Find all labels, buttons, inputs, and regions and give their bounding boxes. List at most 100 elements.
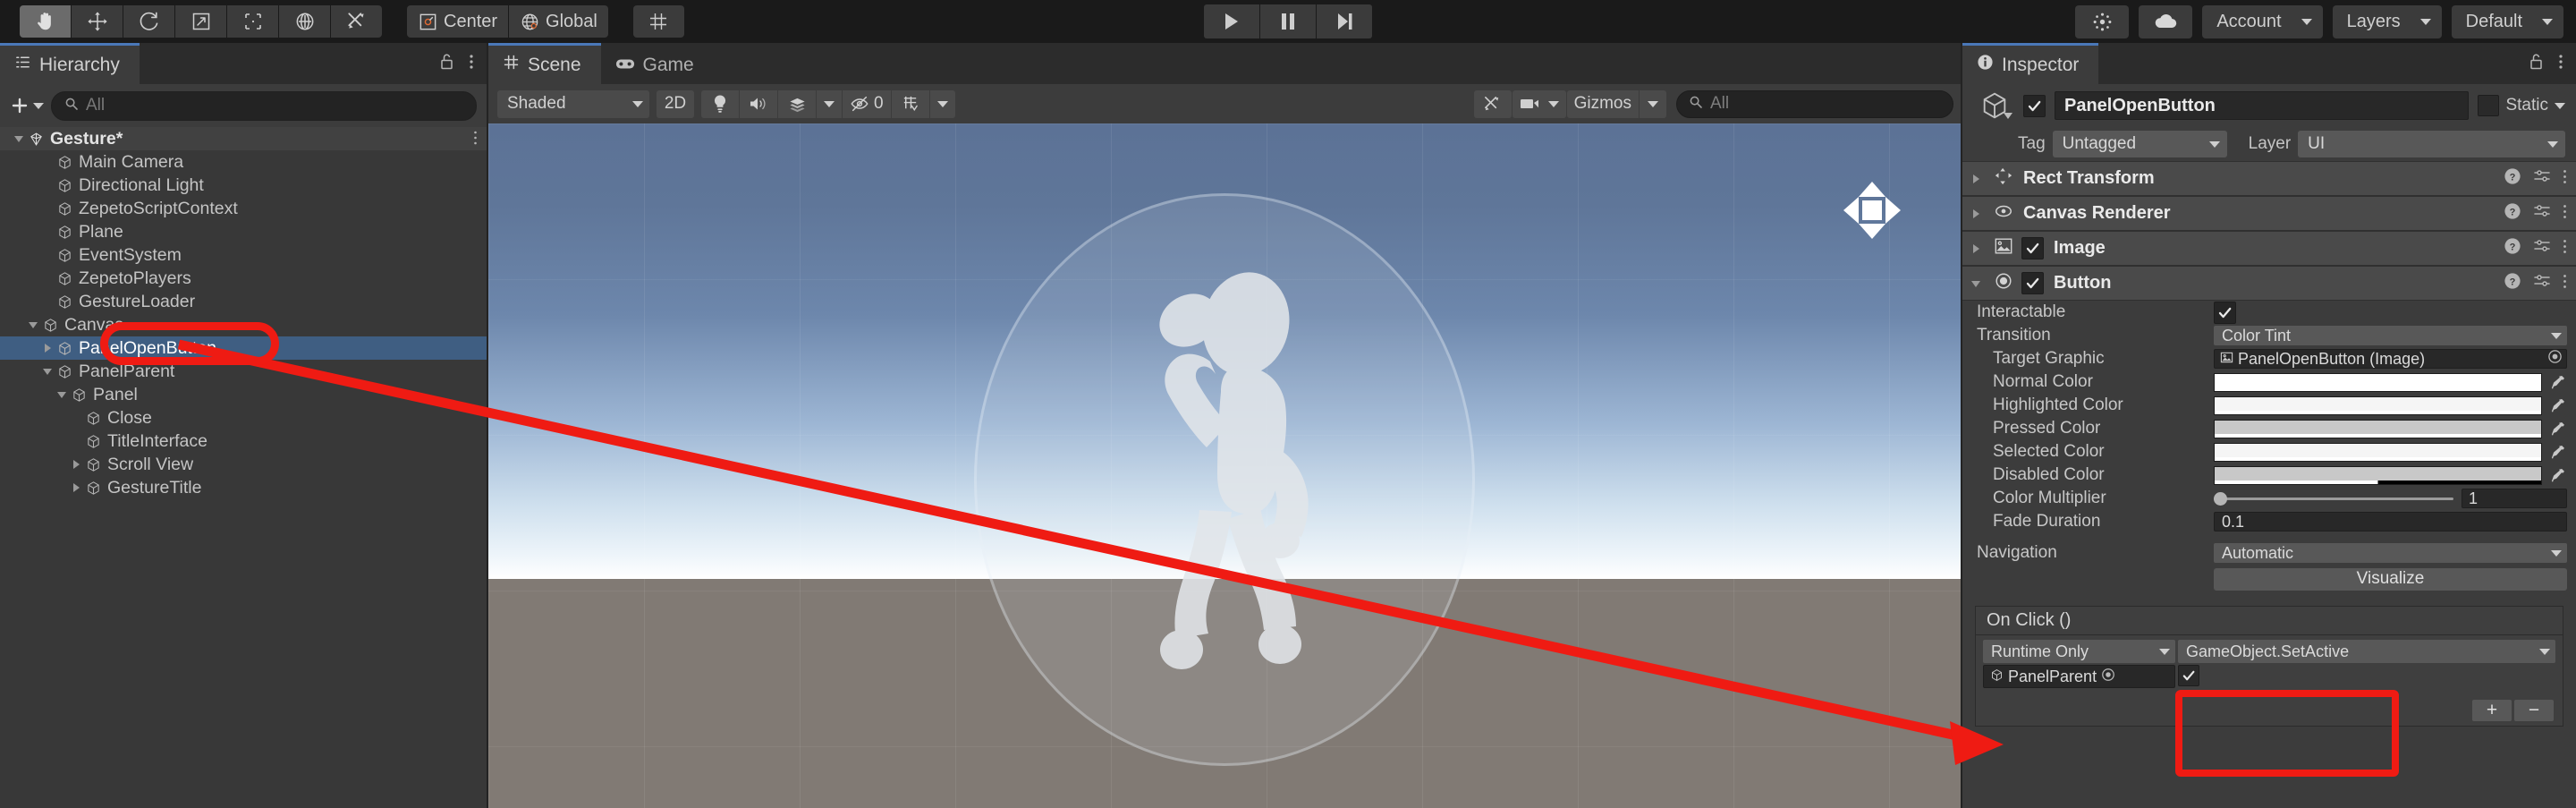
disclosure-triangle-icon[interactable] — [70, 411, 84, 425]
tag-dropdown[interactable]: Untagged — [2052, 131, 2227, 157]
hidden-objects-toggle[interactable]: 0 — [843, 89, 891, 118]
grid-visibility-icon[interactable] — [891, 89, 929, 118]
layout-dropdown[interactable]: Default — [2451, 4, 2563, 38]
help-icon[interactable]: ? — [2504, 167, 2521, 190]
disclosure-triangle-icon[interactable] — [1970, 276, 1986, 291]
disabled-color-swatch[interactable] — [2214, 465, 2542, 485]
navigation-dropdown[interactable]: Automatic — [2214, 543, 2567, 563]
slider-knob[interactable] — [2214, 491, 2227, 506]
draw-mode-dropdown[interactable]: Shaded — [497, 89, 649, 118]
static-checkbox[interactable] — [2478, 95, 2500, 116]
disclosure-triangle-icon[interactable] — [27, 318, 41, 332]
scene-viewport[interactable] — [488, 123, 1961, 808]
pause-button[interactable] — [1260, 4, 1316, 38]
eyedropper-icon[interactable] — [2549, 421, 2567, 437]
grid-dropdown[interactable] — [929, 89, 955, 118]
kebab-menu-icon[interactable] — [2563, 203, 2567, 225]
account-dropdown[interactable]: Account — [2202, 4, 2323, 38]
effects-dropdown[interactable] — [817, 89, 842, 118]
add-gameobject-button[interactable] — [10, 96, 44, 115]
disclosure-triangle-icon[interactable] — [41, 364, 55, 378]
disclosure-triangle-icon[interactable] — [41, 294, 55, 309]
cloud-icon[interactable] — [2139, 4, 2193, 38]
layer-dropdown[interactable]: UI — [2298, 131, 2565, 157]
transition-dropdown[interactable]: Color Tint — [2214, 326, 2567, 345]
rotate-tool-button[interactable] — [123, 5, 174, 38]
color-multiplier-slider[interactable] — [2214, 489, 2453, 507]
hierarchy-item-zepetoplayers[interactable]: ZepetoPlayers — [0, 267, 487, 290]
hand-tool-button[interactable] — [20, 5, 71, 38]
selected-color-swatch[interactable] — [2214, 442, 2542, 462]
hierarchy-item-canvas[interactable]: Canvas — [0, 313, 487, 336]
hierarchy-item-panelparent[interactable]: PanelParent — [0, 360, 487, 383]
hierarchy-item-scroll-view[interactable]: Scroll View — [0, 453, 487, 476]
disclosure-triangle-icon[interactable] — [41, 225, 55, 239]
preset-icon[interactable] — [2533, 202, 2551, 225]
hierarchy-item-titleinterface[interactable]: TitleInterface — [0, 430, 487, 453]
layers-dropdown[interactable]: Layers — [2332, 4, 2442, 38]
scene-tools-icon[interactable] — [1473, 89, 1512, 118]
hierarchy-item-gesturetitle[interactable]: GestureTitle — [0, 476, 487, 499]
eyedropper-icon[interactable] — [2549, 374, 2567, 390]
hierarchy-item-panelopenbutton[interactable]: PanelOpenButton — [0, 336, 487, 360]
disclosure-triangle-icon[interactable] — [41, 178, 55, 192]
hierarchy-item-main-camera[interactable]: Main Camera — [0, 150, 487, 174]
chevron-down-icon[interactable] — [2555, 102, 2565, 109]
eyedropper-icon[interactable] — [2549, 467, 2567, 483]
component-enabled-checkbox[interactable] — [2021, 237, 2044, 259]
component-header-rect-transform[interactable]: Rect Transform? — [1962, 161, 2576, 196]
hierarchy-item-eventsystem[interactable]: EventSystem — [0, 243, 487, 267]
grid-snapping-button[interactable] — [632, 5, 684, 38]
visualize-button[interactable]: Visualize — [2214, 567, 2567, 591]
component-header-button[interactable]: Button? — [1962, 266, 2576, 301]
disclosure-triangle-icon[interactable] — [70, 457, 84, 472]
preset-icon[interactable] — [2533, 272, 2551, 294]
scale-tool-button[interactable] — [175, 5, 226, 38]
handle-orientation-button[interactable]: Global — [509, 5, 608, 38]
hierarchy-item-panel[interactable]: Panel — [0, 383, 487, 406]
kebab-menu-icon[interactable] — [469, 53, 474, 75]
effects-icon[interactable] — [778, 89, 816, 118]
kebab-menu-icon[interactable] — [2558, 53, 2563, 75]
scene-search-input[interactable]: All — [1676, 89, 1953, 118]
object-picker-icon[interactable] — [2547, 349, 2563, 369]
disclosure-triangle-icon[interactable] — [41, 271, 55, 285]
help-icon[interactable]: ? — [2504, 237, 2521, 259]
disclosure-triangle-icon[interactable] — [55, 387, 70, 402]
disclosure-triangle-icon[interactable] — [1970, 242, 1986, 256]
gizmos-toggle[interactable]: Gizmos — [1566, 89, 1639, 118]
pivot-mode-button[interactable]: Center — [407, 5, 509, 38]
event-timing-dropdown[interactable]: Runtime Only — [1983, 640, 2175, 663]
event-bool-argument-checkbox[interactable] — [2178, 665, 2199, 686]
eyedropper-icon[interactable] — [2549, 397, 2567, 413]
highlighted-color-swatch[interactable] — [2214, 395, 2542, 415]
remove-event-button[interactable]: − — [2514, 700, 2554, 721]
tab-hierarchy[interactable]: Hierarchy — [0, 43, 140, 84]
disclosure-triangle-icon[interactable] — [1970, 172, 1986, 186]
disclosure-triangle-icon[interactable] — [13, 132, 27, 146]
gizmos-dropdown[interactable] — [1640, 89, 1666, 118]
play-button[interactable] — [1204, 4, 1259, 38]
disclosure-triangle-icon[interactable] — [70, 481, 84, 495]
eyedropper-icon[interactable] — [2549, 444, 2567, 460]
disclosure-triangle-icon[interactable] — [1970, 207, 1986, 221]
transform-tool-button[interactable] — [279, 5, 330, 38]
hierarchy-item-gesture[interactable]: Gesture* — [0, 127, 487, 150]
step-button[interactable] — [1317, 4, 1372, 38]
disclosure-triangle-icon[interactable] — [41, 248, 55, 262]
pressed-color-swatch[interactable] — [2214, 419, 2542, 438]
tab-scene[interactable]: Scene — [488, 43, 601, 84]
move-tool-button[interactable] — [72, 5, 123, 38]
help-icon[interactable]: ? — [2504, 272, 2521, 294]
lighting-icon[interactable] — [701, 89, 739, 118]
event-function-dropdown[interactable]: GameObject.SetActive — [2178, 640, 2555, 663]
audio-icon[interactable] — [740, 89, 777, 118]
lock-icon[interactable] — [439, 53, 454, 75]
kebab-menu-icon[interactable] — [2563, 273, 2567, 294]
component-enabled-checkbox[interactable] — [2021, 272, 2044, 294]
gameobject-enabled-checkbox[interactable] — [2023, 94, 2046, 117]
add-event-button[interactable]: + — [2472, 700, 2512, 721]
component-header-image[interactable]: Image? — [1962, 231, 2576, 266]
target-graphic-field[interactable]: PanelOpenButton (Image) — [2214, 349, 2567, 369]
disclosure-triangle-icon[interactable] — [41, 341, 55, 355]
